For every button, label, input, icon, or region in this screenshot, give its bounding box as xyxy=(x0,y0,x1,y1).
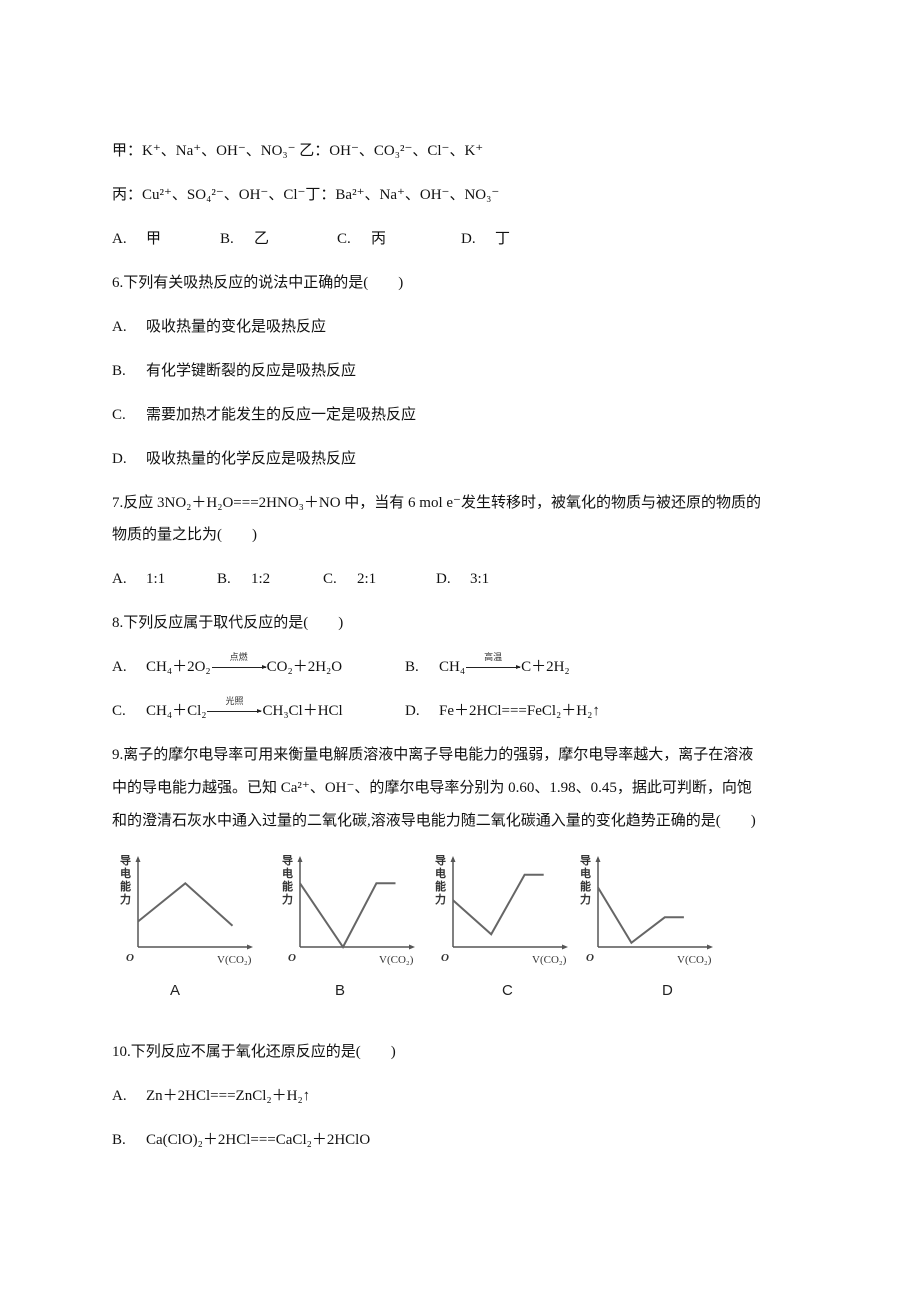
y-axis-label-char: 导 xyxy=(435,854,446,867)
q9-stem-line-3: 和的澄清石灰水中通入过量的二氧化碳,溶液导电能力随二氧化碳通入量的变化趋势正确的… xyxy=(112,813,756,829)
q5-ions-line-2: 丙：Cu²⁺、SO₄²⁻、OH⁻、Cl⁻丁：Ba²⁺、Na⁺、OH⁻、NO₃⁻ xyxy=(112,187,500,203)
data-line xyxy=(597,886,684,945)
y-axis-label-char: 力 xyxy=(282,892,293,906)
q7-option-b[interactable]: B. 1:2 xyxy=(217,569,270,589)
graph-svg: 导电能力 O V(CO₂) xyxy=(435,854,568,966)
q10-option-a[interactable]: A. Zn＋2HCl===ZnCl₂＋H₂↑ xyxy=(112,1086,310,1106)
q6-option-d[interactable]: D. 吸收热量的化学反应是吸热反应 xyxy=(112,449,356,469)
y-axis-label-char: 导 xyxy=(580,854,591,867)
arrow-icon xyxy=(211,665,267,670)
y-axis-label-char: 电 xyxy=(120,866,131,880)
data-line xyxy=(137,881,234,927)
y-axis-label-char: 导 xyxy=(282,854,293,867)
graph-b[interactable]: 导电能力 O V(CO₂) xyxy=(280,852,430,1012)
y-axis-label-char: 能 xyxy=(120,879,131,893)
y-axis-label-char: 力 xyxy=(120,892,131,906)
q7-option-d[interactable]: D. 3:1 xyxy=(436,569,489,589)
y-axis-label-char: 能 xyxy=(435,879,446,893)
y-axis-label-char: 力 xyxy=(580,892,591,906)
graph-c-label: C xyxy=(502,982,513,999)
q7-stem-line-2: 物质的量之比为( ) xyxy=(112,527,257,543)
x-axis-arrow-icon xyxy=(247,944,253,950)
q5-option-c[interactable]: C. 丙 xyxy=(337,229,386,249)
y-axis-label-char: 力 xyxy=(435,892,446,906)
reaction-arrow: 光照 xyxy=(206,697,263,721)
x-axis-arrow-icon xyxy=(562,944,568,950)
q8-stem: 8.下列反应属于取代反应的是( ) xyxy=(112,615,344,631)
graph-svg: 导电能力 O V(CO₂) xyxy=(580,854,713,966)
q5-option-b[interactable]: B. 乙 xyxy=(220,229,269,249)
x-axis-label: V(CO₂) xyxy=(677,954,712,966)
q5-option-d[interactable]: D. 丁 xyxy=(461,229,510,249)
x-axis-arrow-icon xyxy=(409,944,415,950)
y-axis-label-char: 电 xyxy=(282,866,293,880)
x-axis-arrow-icon xyxy=(707,944,713,950)
q6-stem: 6.下列有关吸热反应的说法中正确的是( ) xyxy=(112,275,404,291)
q8-option-d[interactable]: D. Fe＋2HCl===FeCl₂＋H₂↑ xyxy=(405,701,600,721)
q7-option-a[interactable]: A. 1:1 xyxy=(112,569,165,589)
y-axis-label-char: 电 xyxy=(580,866,591,880)
graph-d-label: D xyxy=(662,982,673,999)
y-axis-arrow-icon xyxy=(135,856,141,862)
reaction-arrow: 点燃 xyxy=(211,653,267,677)
q8-option-b[interactable]: B. CH₄ 高温 C＋2H₂ xyxy=(405,653,570,677)
y-axis-label-char: 导 xyxy=(120,854,131,867)
reaction-arrow: 高温 xyxy=(465,653,522,677)
y-axis-arrow-icon xyxy=(297,856,303,862)
x-axis-label: V(CO₂) xyxy=(532,954,567,966)
q6-option-a[interactable]: A. 吸收热量的变化是吸热反应 xyxy=(112,317,326,337)
q9-stem-line-1: 9.离子的摩尔电导率可用来衡量电解质溶液中离子导电能力的强弱，摩尔电导率越大，离… xyxy=(112,747,754,763)
y-axis-label-char: 电 xyxy=(435,866,446,880)
origin-label: O xyxy=(586,952,594,964)
arrow-icon xyxy=(466,665,522,670)
y-axis-arrow-icon xyxy=(595,856,601,862)
graph-b-label: B xyxy=(335,982,346,999)
graph-a-label: A xyxy=(170,982,181,999)
x-axis-label: V(CO₂) xyxy=(217,954,252,966)
y-axis-label-char: 能 xyxy=(580,879,591,893)
q7-stem-line-1: 7.反应 3NO₂＋H₂O===2HNO₃＋NO 中，当有 6 mol e⁻发生… xyxy=(112,495,761,511)
origin-label: O xyxy=(126,952,134,964)
graph-svg: 导电能力 O V(CO₂) xyxy=(282,854,415,966)
q8-option-a[interactable]: A. CH₄＋2O₂ 点燃 CO₂＋2H₂O xyxy=(112,653,342,677)
graph-svg: 导电能力 O V(CO₂) xyxy=(120,854,253,966)
q8-option-c[interactable]: C. CH₄＋Cl₂ 光照 CH₃Cl＋HCl xyxy=(112,697,343,721)
graph-d[interactable]: 导电能力 O V(CO₂) xyxy=(578,852,728,1012)
q6-option-c[interactable]: C. 需要加热才能发生的反应一定是吸热反应 xyxy=(112,405,416,425)
data-line xyxy=(299,882,396,949)
q5-ions-line-1: 甲：K⁺、Na⁺、OH⁻、NO₃⁻ 乙：OH⁻、CO₃²⁻、Cl⁻、K⁺ xyxy=(112,143,484,159)
q10-stem: 10.下列反应不属于氧化还原反应的是( ) xyxy=(112,1044,396,1060)
y-axis-arrow-icon xyxy=(450,856,456,862)
q7-option-c[interactable]: C. 2:1 xyxy=(323,569,376,589)
origin-label: O xyxy=(288,952,296,964)
q10-option-b[interactable]: B. Ca(ClO)₂＋2HCl===CaCl₂＋2HClO xyxy=(112,1130,370,1150)
q5-option-a[interactable]: A. 甲 xyxy=(112,229,161,249)
q9-stem-line-2: 中的导电能力越强。已知 Ca²⁺、OH⁻、的摩尔电导率分别为 0.60、1.98… xyxy=(112,780,752,796)
graph-a[interactable]: 导电能力 O V(CO₂) xyxy=(118,852,268,1012)
y-axis-label-char: 能 xyxy=(282,879,293,893)
x-axis-label: V(CO₂) xyxy=(379,954,414,966)
arrow-icon xyxy=(207,709,263,714)
origin-label: O xyxy=(441,952,449,964)
data-line xyxy=(452,873,544,936)
q6-option-b[interactable]: B. 有化学键断裂的反应是吸热反应 xyxy=(112,361,356,381)
